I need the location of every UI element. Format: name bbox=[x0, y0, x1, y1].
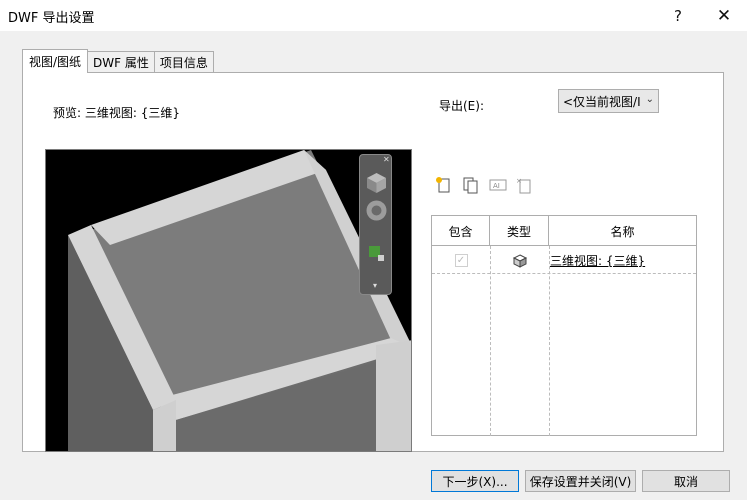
tab-panel: 预览: 三维视图: {三维} 导出(E): <仅当前视图/I ⌄ ✕ ▾ AI … bbox=[22, 72, 724, 452]
chevron-down-icon: ⌄ bbox=[645, 94, 654, 105]
save-close-button[interactable]: 保存设置并关闭(V) bbox=[525, 470, 636, 492]
window-title: DWF 导出设置 bbox=[8, 11, 95, 26]
svg-text:AI: AI bbox=[493, 182, 500, 190]
tab-views-sheets[interactable]: 视图/图纸 bbox=[22, 49, 89, 73]
help-button[interactable]: ? bbox=[655, 0, 701, 31]
view-name-link[interactable]: 三维视图: {三维} bbox=[549, 247, 696, 274]
tab-strip: 视图/图纸 DWF 属性 项目信息 bbox=[22, 49, 214, 73]
include-checkbox[interactable]: ✓ bbox=[454, 254, 468, 267]
cancel-button[interactable]: 取消 bbox=[642, 470, 730, 492]
3d-view-icon bbox=[512, 253, 527, 268]
column-divider bbox=[549, 246, 550, 436]
preview-viewport[interactable]: ✕ ▾ bbox=[45, 149, 412, 452]
column-header-name[interactable]: 名称 bbox=[549, 216, 696, 246]
export-dropdown[interactable]: <仅当前视图/I ⌄ bbox=[558, 89, 659, 113]
next-button[interactable]: 下一步(X)... bbox=[431, 470, 519, 492]
rename-set-icon[interactable]: AI bbox=[489, 176, 507, 194]
tab-dwf-properties[interactable]: DWF 属性 bbox=[87, 51, 155, 73]
column-header-type[interactable]: 类型 bbox=[490, 216, 549, 246]
views-table: 包含 类型 名称 ✓ 三维视图: {三维} bbox=[431, 215, 697, 436]
dialog-client: 视图/图纸 DWF 属性 项目信息 预览: 三维视图: {三维} 导出(E): … bbox=[0, 31, 747, 500]
table-header: 包含 类型 名称 bbox=[432, 216, 696, 246]
include-cell: ✓ bbox=[432, 247, 490, 274]
new-set-icon[interactable] bbox=[435, 176, 453, 194]
column-header-include[interactable]: 包含 bbox=[432, 216, 490, 246]
title-bar: DWF 导出设置 ? ✕ bbox=[0, 0, 747, 31]
type-cell bbox=[490, 247, 549, 274]
tab-project-info[interactable]: 项目信息 bbox=[153, 51, 214, 73]
3d-box-preview bbox=[68, 150, 411, 451]
duplicate-set-icon[interactable] bbox=[462, 176, 480, 194]
close-button[interactable]: ✕ bbox=[701, 0, 747, 31]
close-icon[interactable]: ✕ bbox=[383, 155, 390, 164]
column-divider bbox=[490, 246, 491, 436]
export-dropdown-value: <仅当前视图/I bbox=[563, 94, 641, 109]
delete-set-icon[interactable]: × bbox=[515, 176, 533, 194]
zoom-icon[interactable] bbox=[364, 241, 389, 266]
navbar-menu-icon[interactable]: ▾ bbox=[373, 281, 377, 290]
navigation-bar[interactable]: ✕ ▾ bbox=[359, 154, 392, 295]
table-row[interactable]: ✓ 三维视图: {三维} bbox=[432, 247, 696, 274]
export-label: 导出(E): bbox=[439, 99, 484, 113]
view-cube-icon[interactable] bbox=[364, 170, 389, 195]
svg-text:×: × bbox=[516, 177, 522, 185]
steering-wheel-icon[interactable] bbox=[364, 198, 389, 223]
preview-label: 预览: 三维视图: {三维} bbox=[53, 106, 180, 120]
